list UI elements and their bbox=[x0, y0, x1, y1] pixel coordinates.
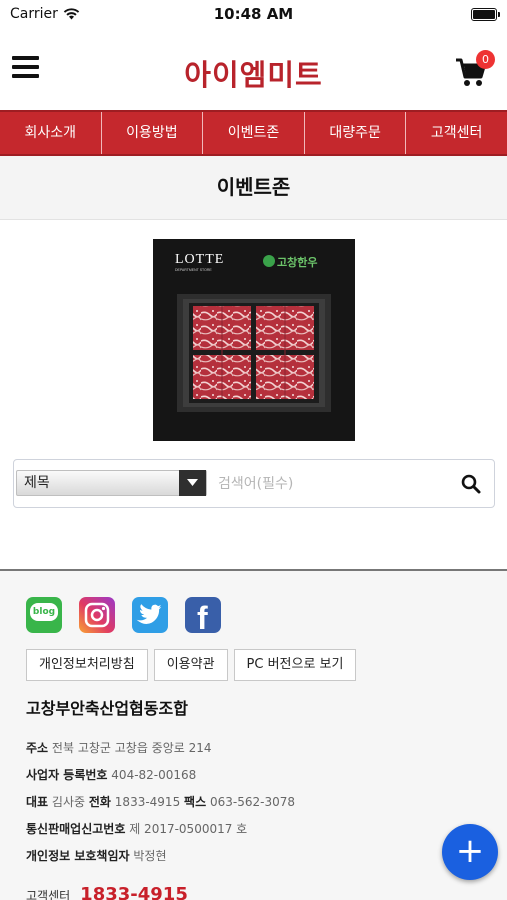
blog-icon[interactable]: blog bbox=[26, 597, 62, 633]
twitter-icon[interactable] bbox=[132, 597, 168, 633]
instagram-icon[interactable] bbox=[79, 597, 115, 633]
gochang-hanwoo-logo-text: 고창한우 bbox=[277, 255, 317, 269]
floating-add-button[interactable]: + bbox=[442, 824, 498, 880]
nav-item-customer-center[interactable]: 고객센터 bbox=[406, 112, 507, 154]
footer: blog f 개인정보처리방침 이용약관 PC 버전으로 보기 고창부안축산업협… bbox=[0, 569, 507, 900]
customer-service-label: 고객센터 bbox=[26, 889, 71, 900]
blog-icon-label: blog bbox=[30, 603, 58, 621]
search-box: 제목 bbox=[13, 459, 495, 508]
status-bar: Carrier 10:48 AM bbox=[0, 0, 507, 30]
company-info: 주소 전북 고창군 고창읍 중앙로 214 사업자 등록번호 404-82-00… bbox=[26, 735, 295, 870]
app-header: 아이엠미트 0 bbox=[0, 38, 507, 104]
nav-item-how-to-use[interactable]: 이용방법 bbox=[102, 112, 204, 154]
customer-service-number[interactable]: 1833-4915 bbox=[80, 884, 188, 900]
terms-link[interactable]: 이용약관 bbox=[153, 649, 228, 681]
page-title-bar: 이벤트존 bbox=[0, 156, 507, 220]
select-dropdown-arrow[interactable] bbox=[179, 470, 206, 496]
event-banner-image[interactable]: LOTTE DEPARTMENT STORE 고창한우 bbox=[153, 239, 355, 441]
business-number-line: 사업자 등록번호 404-82-00168 bbox=[26, 768, 197, 782]
address-line: 주소 전북 고창군 고창읍 중앙로 214 bbox=[26, 741, 212, 755]
lotte-brand-subtext: DEPARTMENT STORE bbox=[175, 268, 212, 272]
social-links: blog f bbox=[26, 597, 221, 633]
facebook-icon[interactable]: f bbox=[185, 597, 221, 633]
search-button[interactable] bbox=[460, 473, 482, 495]
battery-icon bbox=[471, 8, 500, 21]
customer-service-row: 고객센터 1833-4915 bbox=[26, 884, 188, 900]
nav-item-bulk-order[interactable]: 대량주문 bbox=[305, 112, 407, 154]
chevron-down-icon bbox=[187, 479, 198, 486]
status-time: 10:48 AM bbox=[213, 5, 294, 23]
search-input[interactable] bbox=[218, 469, 448, 499]
page-title: 이벤트존 bbox=[216, 175, 291, 199]
cart-button[interactable]: 0 bbox=[455, 50, 495, 90]
footer-links: 개인정보처리방침 이용약관 PC 버전으로 보기 bbox=[26, 649, 357, 681]
privacy-policy-link[interactable]: 개인정보처리방침 bbox=[26, 649, 148, 681]
nav-item-event-zone[interactable]: 이벤트존 bbox=[203, 112, 305, 154]
battery-level bbox=[473, 10, 495, 19]
cart-count-badge: 0 bbox=[476, 50, 495, 69]
lotte-brand-text: LOTTE bbox=[175, 252, 224, 267]
company-name: 고창부안축산업협동조합 bbox=[26, 699, 188, 718]
ecommerce-registration-line: 통신판매업신고번호 제 2017-0500017 호 bbox=[26, 822, 248, 836]
brand-logo[interactable]: 아이엠미트 bbox=[0, 52, 507, 94]
pc-version-link[interactable]: PC 버전으로 보기 bbox=[233, 649, 357, 681]
nav-item-company[interactable]: 회사소개 bbox=[0, 112, 102, 154]
top-nav: 회사소개 이용방법 이벤트존 대량주문 고객센터 bbox=[0, 110, 507, 156]
search-icon bbox=[461, 474, 481, 494]
contact-line: 대표 김사중 전화 1833-4915 팩스 063-562-3078 bbox=[26, 795, 295, 809]
meat-gift-box-image: LOTTE DEPARTMENT STORE 고창한우 bbox=[153, 239, 355, 441]
privacy-officer-line: 개인정보 보호책임자 박정현 bbox=[26, 849, 167, 863]
